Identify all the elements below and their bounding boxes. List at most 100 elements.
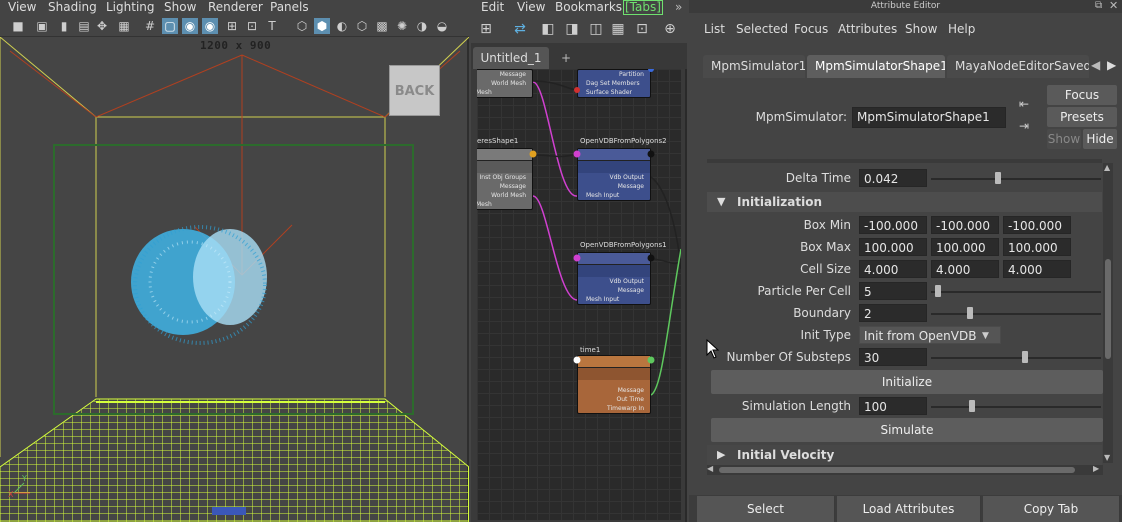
menu-list[interactable]: List [704, 22, 725, 36]
hide-button[interactable]: Hide [1083, 129, 1117, 149]
tab-mpm-simulator[interactable]: MpmSimulator1 [703, 55, 805, 78]
cell-size-z-field[interactable]: 4.000 [1003, 260, 1071, 278]
horizontal-scrollbar[interactable]: ◀ ▶ [707, 464, 1103, 475]
menu-view-ne[interactable]: View [517, 0, 545, 14]
boundary-field[interactable]: 2 [859, 304, 927, 322]
tab-untitled[interactable]: Untitled_1 [473, 47, 549, 69]
scroll-left-icon[interactable]: ◀ [707, 464, 713, 473]
particle-per-cell-slider[interactable] [931, 291, 1101, 293]
menu-bookmarks[interactable]: Bookmarks [555, 0, 622, 14]
load-attributes-button[interactable]: Load Attributes [837, 496, 981, 522]
lighting-icon[interactable]: ✺ [394, 18, 410, 34]
scroll-up-icon[interactable]: ▲ [1104, 163, 1110, 172]
vertical-scrollbar[interactable]: ▲ ▼ [1103, 163, 1113, 463]
copy-tab-icon[interactable]: ⇥ [1019, 119, 1029, 133]
initialize-button[interactable]: Initialize [711, 370, 1103, 394]
menu-panels[interactable]: Panels [270, 0, 309, 14]
simulation-length-field[interactable]: 100 [859, 397, 927, 415]
node-graph-canvas[interactable]: Message World Mesh Mesh Partition Dag Se… [477, 69, 681, 520]
delta-time-field[interactable]: 0.042 [859, 169, 927, 187]
text-icon[interactable]: T [264, 18, 280, 34]
wireframe-icon[interactable]: ⬡ [294, 18, 310, 34]
substeps-slider[interactable] [931, 357, 1101, 359]
box-min-z-field[interactable]: -100.000 [1003, 216, 1071, 234]
menu-lighting[interactable]: Lighting [106, 0, 155, 14]
init-type-dropdown[interactable]: Init from OpenVDB ▼ [859, 326, 1001, 344]
restore-icon[interactable]: ⧉ [1095, 0, 1102, 11]
box-max-z-field[interactable]: 100.000 [1003, 238, 1071, 256]
frame-all-icon[interactable]: ◧ [539, 20, 557, 38]
box-max-y-field[interactable]: 100.000 [931, 238, 999, 256]
texture-icon[interactable]: ▩ [374, 18, 390, 34]
close-icon[interactable]: ✕ [1109, 0, 1118, 12]
gate-mask-icon[interactable]: ◉ [182, 18, 198, 34]
focus-button[interactable]: Focus [1047, 85, 1117, 105]
cell-size-y-field[interactable]: 4.000 [931, 260, 999, 278]
initial-velocity-section[interactable]: ▶ Initial Velocity [707, 445, 1102, 465]
camera-icon[interactable]: ■ [10, 18, 26, 34]
simulation-length-slider[interactable] [931, 406, 1101, 408]
bookmark-icon[interactable]: ▮ [56, 18, 72, 34]
simulate-button[interactable]: Simulate [711, 418, 1103, 442]
menu-attributes[interactable]: Attributes [838, 22, 897, 36]
image-plane-icon[interactable]: ▤ [76, 18, 92, 34]
substeps-slider-handle[interactable] [1022, 351, 1028, 363]
grid-icon[interactable]: # [142, 18, 158, 34]
substeps-field[interactable]: 30 [859, 348, 927, 366]
toggle-grid-icon[interactable]: ⊡ [633, 20, 651, 38]
horizontal-scroll-thumb[interactable] [719, 467, 1075, 473]
menu-edit[interactable]: Edit [481, 0, 504, 14]
tab-next-icon[interactable]: ▶ [1107, 58, 1116, 72]
copy-tab-button[interactable]: Copy Tab [983, 496, 1120, 522]
graph-connections-icon[interactable]: ⇄ [511, 20, 529, 38]
scroll-right-icon[interactable]: ▶ [1093, 464, 1099, 473]
boundary-slider-handle[interactable] [967, 307, 973, 319]
resolution-gate-icon[interactable]: ▢ [162, 18, 178, 34]
safe-action-icon[interactable]: ⊞ [224, 18, 240, 34]
transform-icon[interactable]: ✥ [94, 18, 110, 34]
add-node-icon[interactable]: ⊞ [477, 20, 495, 38]
viewport-panel[interactable]: View Shading Lighting Show Renderer Pane… [0, 0, 469, 522]
menu-show-ae[interactable]: Show [905, 22, 937, 36]
layout-icon[interactable]: ◫ [587, 20, 605, 38]
box-min-y-field[interactable]: -100.000 [931, 216, 999, 234]
tab-node-editor-saved[interactable]: MayaNodeEditorSavedTab [947, 55, 1089, 78]
add-tab-button[interactable]: + [557, 47, 575, 69]
box-min-x-field[interactable]: -100.000 [859, 216, 927, 234]
film-gate-icon[interactable]: ▦ [116, 18, 132, 34]
frame-selection-icon[interactable]: ◨ [563, 20, 581, 38]
select-button[interactable]: Select [697, 496, 835, 522]
delta-time-slider-handle[interactable] [995, 172, 1001, 184]
menu-focus[interactable]: Focus [794, 22, 828, 36]
select-node-icon[interactable]: ⇤ [1019, 97, 1029, 111]
menu-selected[interactable]: Selected [736, 22, 788, 36]
show-button[interactable]: Show [1047, 129, 1081, 149]
presets-button[interactable]: Presets [1047, 107, 1117, 127]
menu-help[interactable]: Help [948, 22, 975, 36]
delta-time-slider[interactable] [931, 178, 1101, 180]
shadow-icon[interactable]: ◑ [414, 18, 430, 34]
smooth-shade-icon[interactable]: ⬢ [314, 18, 330, 34]
node-name-field[interactable]: MpmSimulatorShape1 [852, 107, 1006, 128]
cell-size-x-field[interactable]: 4.000 [859, 260, 927, 278]
initialization-section[interactable]: ▼ Initialization [707, 192, 1102, 212]
boundary-slider[interactable] [931, 313, 1101, 315]
menu-show[interactable]: Show [164, 0, 196, 14]
scroll-down-icon[interactable]: ▼ [1104, 453, 1110, 462]
camera-attr-icon[interactable]: ▣ [34, 18, 50, 34]
particle-per-cell-slider-handle[interactable] [935, 285, 941, 297]
tabs-badge[interactable]: [Tabs] [623, 0, 663, 15]
simulation-length-slider-handle[interactable] [969, 400, 975, 412]
zoom-icon[interactable]: ⊕ [661, 20, 679, 38]
menu-view[interactable]: View [8, 0, 36, 14]
menu-shading[interactable]: Shading [48, 0, 97, 14]
overflow-icon[interactable]: » [675, 0, 682, 14]
isolate-icon[interactable]: ⬡ [354, 18, 370, 34]
menu-renderer[interactable]: Renderer [208, 0, 263, 14]
grid-snap-icon[interactable]: ▦ [609, 20, 627, 38]
safe-title-icon[interactable]: ⊡ [244, 18, 260, 34]
particle-per-cell-field[interactable]: 5 [859, 282, 927, 300]
tab-mpm-simulator-shape[interactable]: MpmSimulatorShape1 [807, 55, 945, 78]
box-max-x-field[interactable]: 100.000 [859, 238, 927, 256]
field-chart-icon[interactable]: ◉ [202, 18, 218, 34]
